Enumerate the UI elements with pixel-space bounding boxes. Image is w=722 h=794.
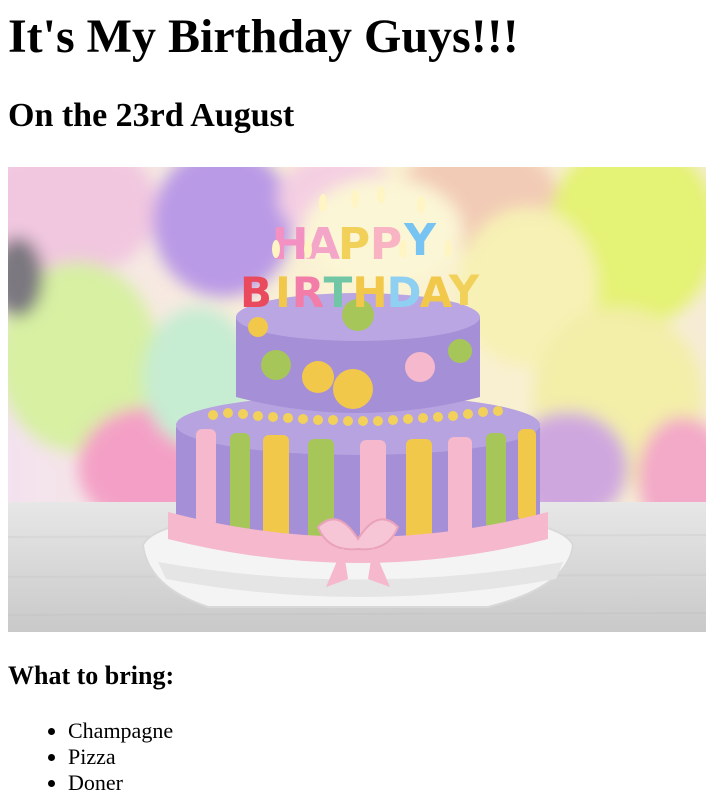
bring-heading: What to bring:	[8, 661, 175, 690]
svg-text:P: P	[338, 219, 370, 270]
svg-text:Y: Y	[448, 266, 480, 315]
svg-text:Y: Y	[403, 215, 437, 266]
svg-text:A: A	[420, 268, 453, 317]
svg-text:P: P	[370, 219, 402, 270]
page-title: It's My Birthday Guys!!!	[8, 10, 519, 63]
page-subtitle: On the 23rd August	[8, 97, 295, 134]
bring-list: Champagne Pizza Doner	[40, 718, 173, 794]
svg-text:I: I	[275, 268, 291, 317]
birthday-cake-image: H A P P Y B I R T H D A Y	[8, 167, 706, 632]
svg-text:H: H	[352, 268, 387, 317]
svg-text:B: B	[240, 268, 272, 317]
birthday-page: It's My Birthday Guys!!! On the 23rd Aug…	[0, 0, 722, 794]
list-item: Pizza	[68, 744, 173, 770]
svg-text:T: T	[324, 268, 353, 317]
svg-text:R: R	[292, 268, 324, 317]
list-item: Doner	[68, 770, 173, 794]
list-item: Champagne	[68, 718, 173, 744]
svg-text:D: D	[387, 268, 422, 317]
